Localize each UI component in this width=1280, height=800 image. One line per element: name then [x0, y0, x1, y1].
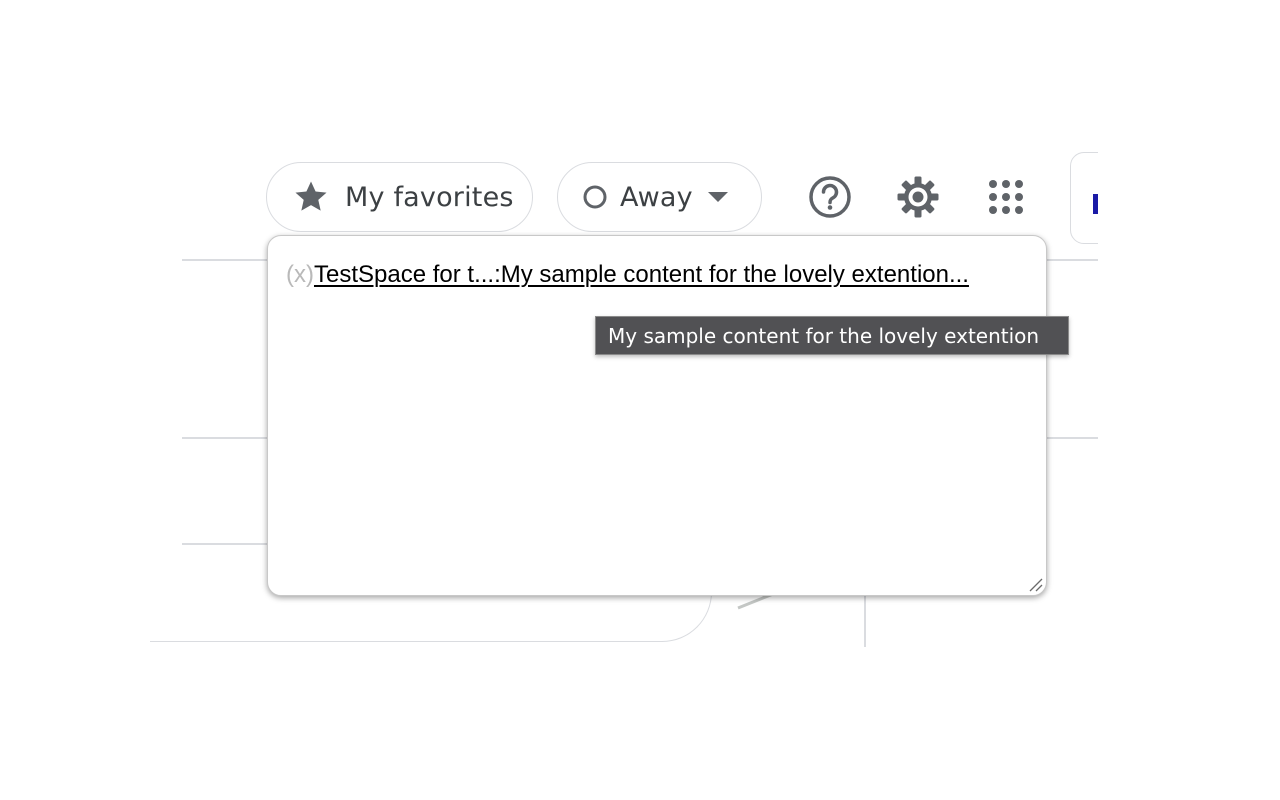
remove-entry-button[interactable]: (x): [286, 261, 314, 288]
gear-icon: [897, 176, 939, 218]
settings-button[interactable]: [896, 175, 940, 219]
apps-grid-icon: [989, 180, 1023, 214]
circle-outline-icon: [583, 185, 607, 209]
favorite-entry: (x)TestSpace for t...:My sample content …: [286, 261, 969, 289]
favorites-label: My favorites: [345, 181, 514, 213]
help-icon: [809, 176, 851, 218]
help-button[interactable]: [808, 175, 852, 219]
extension-popup: (x)TestSpace for t...:My sample content …: [267, 235, 1047, 596]
star-icon: [295, 181, 327, 211]
link-tooltip: My sample content for the lovely extenti…: [595, 316, 1069, 355]
entry-link[interactable]: TestSpace for t...:My sample content for…: [314, 261, 969, 288]
status-label: Away: [620, 181, 693, 213]
status-dropdown[interactable]: Away: [557, 162, 762, 232]
tooltip-text: My sample content for the lovely extenti…: [608, 323, 1040, 348]
resize-grip-icon[interactable]: [1027, 576, 1043, 592]
viewport-edge: [1098, 0, 1280, 800]
apps-button[interactable]: [984, 175, 1028, 219]
caret-down-icon: [707, 192, 728, 202]
my-favorites-button[interactable]: My favorites: [266, 162, 533, 232]
